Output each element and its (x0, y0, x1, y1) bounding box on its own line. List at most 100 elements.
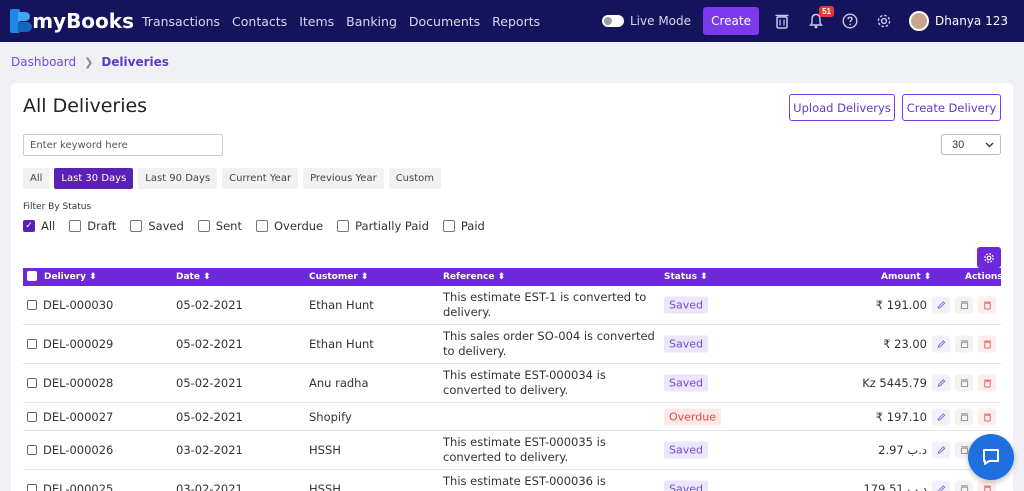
row-checkbox[interactable] (27, 484, 37, 491)
deliveries-table: Delivery ⬍ Date ⬍ Customer ⬍ Reference ⬍… (23, 268, 1003, 491)
period-tabs: All Last 30 Days Last 90 Days Current Ye… (23, 168, 442, 189)
table-row[interactable]: DEL-000027 05-02-2021 Shopify Overdue ₹ … (23, 403, 1001, 431)
sort-icon: ⬍ (203, 272, 211, 282)
chat-widget-button[interactable] (968, 434, 1014, 480)
edit-icon[interactable] (932, 335, 950, 353)
search-input[interactable] (23, 134, 223, 156)
delete-icon[interactable] (978, 374, 996, 392)
delivery-number[interactable]: DEL-000025 (43, 482, 113, 491)
header-delivery[interactable]: Delivery ⬍ (44, 272, 97, 282)
header-reference[interactable]: Reference ⬍ (443, 272, 505, 282)
nav-link-banking[interactable]: Banking (346, 14, 397, 29)
header-actions: Actions (965, 272, 1003, 282)
user-name[interactable]: Dhanya 123 (935, 14, 1008, 28)
header-customer[interactable]: Customer ⬍ (309, 272, 368, 282)
column-settings-button[interactable] (977, 247, 1001, 268)
copy-icon[interactable] (955, 335, 973, 353)
filter-label-draft: Draft (87, 219, 117, 233)
live-mode-toggle[interactable] (602, 15, 624, 27)
chevron-down-icon (985, 142, 994, 147)
tab-all[interactable]: All (23, 168, 50, 189)
breadcrumb-dashboard[interactable]: Dashboard (11, 55, 76, 69)
customer-name: Ethan Hunt (309, 337, 374, 351)
edit-icon[interactable] (932, 441, 950, 459)
delivery-number[interactable]: DEL-000027 (43, 410, 113, 424)
customer-name: HSSH (309, 443, 341, 457)
checkbox-checked-icon[interactable]: ✓ (23, 220, 35, 232)
header-status[interactable]: Status ⬍ (664, 272, 708, 282)
nav-link-contacts[interactable]: Contacts (232, 14, 287, 29)
checkbox[interactable] (255, 220, 268, 232)
delivery-number[interactable]: DEL-000026 (43, 443, 113, 457)
edit-icon[interactable] (932, 408, 950, 425)
upload-deliveries-button[interactable]: Upload Deliverys (789, 94, 895, 121)
delete-icon[interactable] (978, 408, 996, 425)
copy-icon[interactable] (955, 408, 973, 425)
edit-icon[interactable] (932, 374, 950, 392)
bell-icon[interactable]: 51 (807, 6, 835, 30)
nav-link-transactions[interactable]: Transactions (142, 14, 220, 29)
edit-icon[interactable] (932, 296, 950, 314)
copy-icon[interactable] (955, 480, 973, 491)
delivery-number[interactable]: DEL-000029 (43, 337, 113, 351)
create-button[interactable]: Create (703, 7, 760, 35)
delete-icon[interactable] (978, 335, 996, 353)
table-row[interactable]: DEL-000025 03-02-2021 HSSH This estimate… (23, 470, 1001, 491)
amount-value: ₹ 197.10 (875, 409, 927, 424)
create-delivery-button[interactable]: Create Delivery (902, 94, 1001, 121)
header-amount[interactable]: Amount ⬍ (881, 272, 931, 282)
per-page-select[interactable]: 30 (941, 134, 1001, 155)
filter-draft[interactable]: Draft (69, 219, 116, 233)
nav-link-items[interactable]: Items (299, 14, 334, 29)
filter-sent[interactable]: Sent (197, 219, 242, 233)
delivery-number[interactable]: DEL-000030 (43, 298, 113, 312)
status-badge: Saved (664, 374, 708, 392)
app-logo[interactable]: myBooks (10, 9, 134, 33)
filter-saved[interactable]: Saved (130, 219, 184, 233)
page-title: All Deliveries (23, 95, 148, 117)
checkbox[interactable] (442, 220, 455, 232)
row-checkbox[interactable] (27, 445, 37, 455)
tab-current-year[interactable]: Current Year (222, 168, 299, 189)
filter-label-saved: Saved (148, 219, 184, 233)
select-all-checkbox[interactable] (27, 271, 37, 284)
table-row[interactable]: DEL-000029 05-02-2021 Ethan Hunt This sa… (23, 325, 1001, 364)
top-navbar: myBooks Transactions Contacts Items Bank… (0, 0, 1024, 42)
row-checkbox[interactable] (27, 300, 37, 310)
filter-partially-paid[interactable]: Partially Paid (337, 219, 429, 233)
gear-icon[interactable] (875, 12, 893, 30)
copy-icon[interactable] (955, 296, 973, 314)
row-checkbox[interactable] (27, 339, 37, 349)
header-date[interactable]: Date ⬍ (176, 272, 211, 282)
checkbox[interactable] (69, 220, 82, 232)
status-badge: Overdue (664, 408, 721, 425)
delete-icon[interactable] (978, 480, 996, 491)
help-icon[interactable] (841, 12, 859, 30)
filter-paid[interactable]: Paid (442, 219, 485, 233)
table-row[interactable]: DEL-000026 03-02-2021 HSSH This estimate… (23, 431, 1001, 470)
row-checkbox[interactable] (27, 378, 37, 388)
table-header: Delivery ⬍ Date ⬍ Customer ⬍ Reference ⬍… (23, 268, 1003, 286)
edit-icon[interactable] (932, 480, 950, 491)
table-row[interactable]: DEL-000030 05-02-2021 Ethan Hunt This es… (23, 286, 1001, 325)
copy-icon[interactable] (955, 374, 973, 392)
filter-all[interactable]: ✓ All (23, 219, 55, 233)
checkbox[interactable] (197, 220, 210, 232)
checkbox[interactable] (130, 220, 143, 232)
tab-last-90-days[interactable]: Last 90 Days (138, 168, 218, 189)
tab-previous-year[interactable]: Previous Year (303, 168, 384, 189)
delivery-number[interactable]: DEL-000028 (43, 376, 113, 390)
filter-overdue[interactable]: Overdue (255, 219, 323, 233)
table-row[interactable]: DEL-000028 05-02-2021 Anu radha This est… (23, 364, 1001, 403)
nav-link-documents[interactable]: Documents (409, 14, 480, 29)
checkbox[interactable] (337, 220, 350, 232)
delete-icon[interactable] (978, 296, 996, 314)
tab-last-30-days[interactable]: Last 30 Days (54, 168, 134, 189)
row-checkbox[interactable] (27, 411, 37, 422)
tab-custom[interactable]: Custom (388, 168, 442, 189)
trash-icon[interactable] (773, 12, 791, 30)
avatar[interactable] (909, 11, 930, 31)
nav-link-reports[interactable]: Reports (492, 14, 540, 29)
chat-icon (983, 449, 999, 465)
amount-value: ₹ 191.00 (875, 298, 927, 312)
